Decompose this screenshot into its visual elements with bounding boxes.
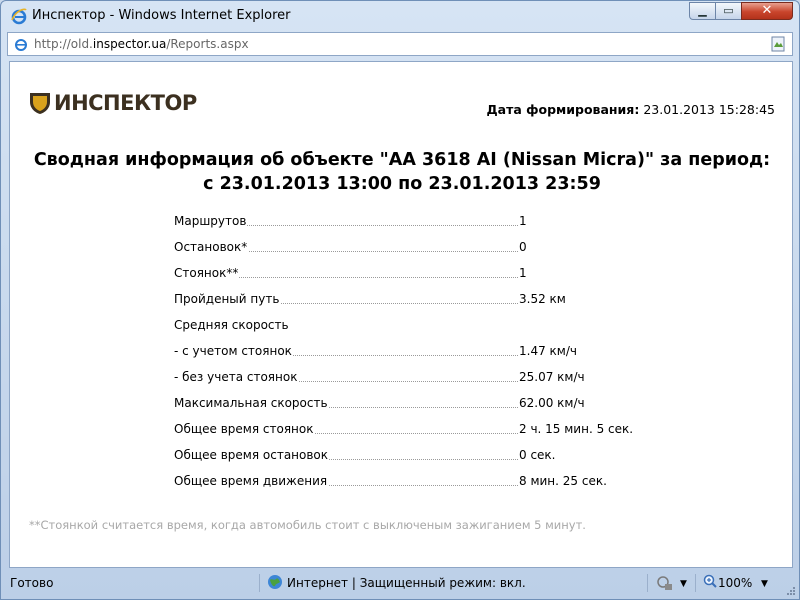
internet-explorer-icon	[11, 8, 27, 25]
title-bar[interactable]: Инспектор - Windows Internet Explorer ▁ …	[1, 1, 799, 31]
chevron-down-icon[interactable]: ▼	[680, 579, 687, 589]
protected-mode-icon[interactable]	[657, 575, 673, 591]
table-row: Максимальная скорость 62.00 км/ч	[174, 389, 694, 415]
footnote: **Стоянкой считается время, когда автомо…	[29, 518, 586, 532]
table-row: Общее время остановок 0 сек.	[174, 441, 694, 467]
row-label: - с учетом стоянок	[174, 344, 293, 358]
inspector-logo: ИНСПЕКТОР	[29, 91, 197, 115]
zoom-icon[interactable]	[703, 574, 717, 588]
row-label: Остановок*	[174, 240, 249, 254]
compatibility-view-icon[interactable]	[770, 36, 786, 52]
zoom-level[interactable]: 100%	[718, 576, 752, 590]
date-label: Дата формирования:	[486, 102, 640, 117]
row-label: Стоянок**	[174, 266, 240, 280]
globe-icon	[268, 575, 282, 589]
minimize-button[interactable]: ▁	[689, 2, 716, 20]
row-label: Средняя скорость	[174, 318, 290, 332]
row-value: 2 ч. 15 мин. 5 сек.	[519, 422, 634, 436]
row-value: 1	[519, 214, 527, 228]
status-divider	[695, 574, 696, 592]
row-value: 0	[519, 240, 527, 254]
table-row: Общее время движения 8 мин. 25 сек.	[174, 467, 694, 493]
summary-table: Маршрутов 1 Остановок* 0 Стоянок** 1 Пройде…	[174, 207, 694, 493]
url-prefix: http://old.	[34, 37, 93, 51]
report-title-line2: с 23.01.2013 13:00 по 23.01.2013 23:59	[203, 174, 601, 194]
url-domain: inspector.ua	[92, 37, 167, 51]
table-row: Общее время стоянок 2 ч. 15 мин. 5 сек.	[174, 415, 694, 441]
table-row: Остановок* 0	[174, 233, 694, 259]
row-label: Максимальная скорость	[174, 396, 329, 410]
row-value: 62.00 км/ч	[519, 396, 585, 410]
status-bar: Готово Интернет | Защищенный режим: вкл.…	[1, 571, 799, 599]
status-divider	[259, 574, 260, 592]
maximize-icon: ▭	[723, 4, 734, 17]
row-value: 8 мин. 25 сек.	[519, 474, 607, 488]
date-value: 23.01.2013 15:28:45	[643, 102, 775, 117]
row-value: 25.07 км/ч	[519, 370, 585, 384]
table-row: Стоянок** 1	[174, 259, 694, 285]
row-label: - без учета стоянок	[174, 370, 299, 384]
minimize-icon: ▁	[698, 4, 707, 17]
row-value: 3.52 км	[519, 292, 566, 306]
row-value: 1.47 км/ч	[519, 344, 577, 358]
security-zone[interactable]: Интернет | Защищенный режим: вкл.	[287, 576, 526, 590]
shield-icon	[30, 93, 50, 114]
page-icon	[15, 39, 27, 51]
address-url[interactable]: http://old.inspector.ua/Reports.aspx	[34, 37, 249, 51]
report-title-line1: Сводная информация об объекте "AA 3618 A…	[33, 150, 771, 170]
row-label: Пройденый путь	[174, 292, 281, 306]
chevron-down-icon[interactable]: ▼	[761, 579, 768, 589]
row-value: 1	[519, 266, 527, 280]
row-label: Общее время движения	[174, 474, 329, 488]
window-title: Инспектор - Windows Internet Explorer	[32, 8, 291, 23]
maximize-button[interactable]: ▭	[715, 2, 742, 20]
status-text: Готово	[10, 576, 54, 590]
address-bar[interactable]: http://old.inspector.ua/Reports.aspx	[7, 32, 793, 56]
table-row: Средняя скорость	[174, 311, 694, 337]
url-path: /Reports.aspx	[166, 37, 249, 51]
browser-window: Инспектор - Windows Internet Explorer ▁ …	[0, 0, 800, 600]
table-row: - без учета стоянок 25.07 км/ч	[174, 363, 694, 389]
row-label: Общее время стоянок	[174, 422, 315, 436]
resize-grip-icon[interactable]	[786, 586, 796, 596]
page-content: ИНСПЕКТОР Дата формирования: 23.01.2013 …	[9, 61, 793, 568]
row-label: Маршрутов	[174, 214, 248, 228]
close-icon: ✕	[761, 3, 773, 18]
row-value: 0 сек.	[519, 448, 556, 462]
table-row: Маршрутов 1	[174, 207, 694, 233]
status-divider	[647, 574, 648, 592]
row-label: Общее время остановок	[174, 448, 330, 462]
report-date: Дата формирования: 23.01.2013 15:28:45	[487, 102, 776, 117]
table-row: - с учетом стоянок 1.47 км/ч	[174, 337, 694, 363]
close-button[interactable]: ✕	[741, 2, 793, 20]
table-row: Пройденый путь 3.52 км	[174, 285, 694, 311]
logo-text: ИНСПЕКТОР	[54, 91, 197, 115]
